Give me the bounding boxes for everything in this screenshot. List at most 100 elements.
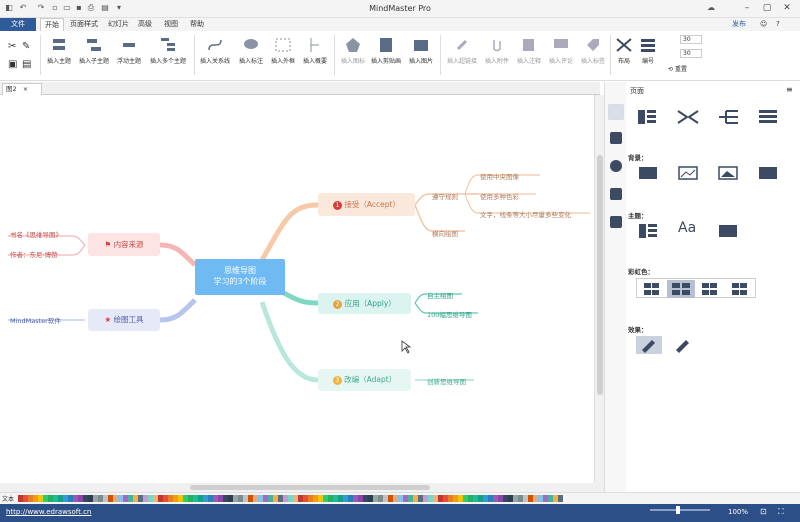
tab-file[interactable]: 文件 — [0, 18, 36, 31]
panel-menu-icon[interactable]: ≡ — [786, 85, 793, 94]
map-style-1-icon[interactable] — [636, 108, 662, 126]
website-link[interactable]: http://www.edrawsoft.cn — [6, 508, 91, 516]
spacing-spinner-2[interactable]: 30 — [666, 49, 706, 59]
user-icon[interactable]: ☺ — [756, 18, 771, 31]
numbering-icon — [641, 39, 655, 52]
rainbow-color-options — [636, 278, 756, 298]
close-window-button[interactable]: ✕ — [780, 2, 794, 15]
color-swatch[interactable] — [558, 495, 563, 502]
layout-button[interactable]: 布局 — [612, 33, 636, 77]
theme-icon[interactable] — [636, 222, 662, 240]
insert-topic-button[interactable]: 插入主题 — [44, 33, 74, 77]
hand-drawn-effect-icon[interactable] — [636, 336, 662, 354]
leaf-innovative[interactable]: 创新思维导图 — [427, 376, 466, 386]
shadow-effect-icon[interactable] — [670, 336, 696, 354]
zoom-slider-thumb[interactable] — [676, 506, 680, 514]
insert-attachment-button[interactable]: 插入附件 — [482, 33, 512, 77]
tab-advanced[interactable]: 高级 — [134, 18, 156, 31]
document-tab[interactable]: 图2 × — [2, 83, 42, 95]
mindmap-canvas[interactable]: 思维导图 学习的3个阶段 1 接受（Accept） 2 应用（Apply） 3 … — [0, 95, 594, 483]
clipart-library-icon[interactable] — [610, 188, 622, 200]
format-painter-icon[interactable]: ✎ — [22, 41, 30, 52]
icon-library-icon[interactable] — [610, 160, 622, 172]
insert-relationship-button[interactable]: 插入关系线 — [198, 33, 232, 77]
tab-page-style[interactable]: 页面样式 — [66, 18, 102, 31]
zoom-slider[interactable] — [650, 509, 710, 511]
leaf-author[interactable]: 作者：东尼·博赞 — [10, 249, 58, 259]
horizontal-scrollbar[interactable] — [0, 483, 604, 492]
insert-comment-button[interactable]: 插入评论 — [546, 33, 576, 77]
insert-icon-button[interactable]: 插入图标 — [338, 33, 368, 77]
tab-help[interactable]: 帮助 — [186, 18, 208, 31]
central-topic[interactable]: 思维导图 学习的3个阶段 — [195, 259, 285, 295]
map-style-2-icon[interactable] — [676, 108, 702, 126]
rainbow-option-1-icon[interactable] — [639, 282, 665, 296]
cut-icon[interactable]: ✂ — [8, 41, 16, 52]
vertical-scrollbar[interactable] — [594, 95, 604, 483]
color-theme-icon[interactable] — [716, 222, 742, 240]
bg-image-icon[interactable] — [676, 164, 702, 182]
leaf-mindmaster[interactable]: MindMaster软件 — [10, 315, 61, 325]
branch-content-source[interactable]: ⚑ 内容来源 — [88, 233, 160, 256]
floating-topic-icon — [123, 43, 135, 47]
boundary-icon — [275, 38, 291, 52]
leaf-vary-sizes[interactable]: 文字，线条等大小尽量多些变化 — [480, 209, 571, 219]
document-tab-bar: 图2 × — [0, 82, 600, 95]
map-style-4-icon[interactable] — [756, 108, 782, 126]
bg-color-icon[interactable] — [636, 164, 662, 182]
leaf-book-title[interactable]: 书名《思维导图》 — [10, 229, 62, 239]
branch-adapt[interactable]: 3 改编（Adapt） — [318, 369, 411, 391]
calendar-icon[interactable] — [610, 216, 622, 228]
publish-button[interactable]: 发布 — [728, 18, 750, 31]
close-tab-icon[interactable]: × — [23, 85, 28, 93]
zoom-level: 100% — [728, 508, 749, 516]
reset-button[interactable]: ⟲ 重置 — [668, 64, 687, 73]
insert-clipart-button[interactable]: 插入剪贴画 — [368, 33, 404, 77]
bg-picture-icon[interactable] — [716, 164, 742, 182]
branch-apply[interactable]: 2 应用（Apply） — [318, 293, 411, 314]
map-style-3-icon[interactable] — [716, 108, 742, 126]
help-icon[interactable]: ? — [772, 18, 784, 31]
leaf-landscape[interactable]: 横向绘图 — [432, 228, 458, 238]
leaf-self-draw[interactable]: 自主绘图 — [427, 290, 453, 300]
topic-format-icon[interactable] — [610, 132, 622, 144]
tab-view[interactable]: 视图 — [160, 18, 182, 31]
insert-callout-button[interactable]: 插入标注 — [236, 33, 266, 77]
insert-hyperlink-button[interactable]: 插入超链接 — [444, 33, 480, 77]
tab-home[interactable]: 开始 — [40, 18, 64, 31]
insert-subtopic-button[interactable]: 插入子主题 — [76, 33, 112, 77]
tab-slides[interactable]: 幻灯片 — [104, 18, 133, 31]
insert-note-button[interactable]: 插入注释 — [514, 33, 544, 77]
insert-boundary-button[interactable]: 插入外框 — [268, 33, 298, 77]
insert-image-button[interactable]: 插入图片 — [406, 33, 436, 77]
rainbow-option-3-icon[interactable] — [697, 282, 723, 296]
insert-tag-button[interactable]: 插入标签 — [578, 33, 608, 77]
branch-accept[interactable]: 1 接受（Accept） — [318, 193, 415, 216]
bg-watermark-icon[interactable] — [756, 164, 782, 182]
leaf-100-maps[interactable]: 100幅思维导图 — [427, 309, 472, 319]
numbering-button[interactable]: 编号 — [636, 33, 660, 77]
minimize-button[interactable]: – — [740, 2, 754, 15]
link-icon — [456, 39, 468, 51]
page-format-icon[interactable] — [608, 104, 624, 120]
leaf-central-image[interactable]: 使用中央图像 — [480, 171, 519, 181]
font-theme-icon[interactable]: Aa — [678, 220, 696, 236]
spacing-spinner-1[interactable]: 30 — [666, 35, 706, 45]
rainbow-option-2-icon[interactable] — [667, 280, 695, 298]
color-palette: 文本 — [0, 492, 800, 504]
fit-page-icon[interactable]: ⊡ — [760, 507, 767, 516]
subtopic-follow-rules[interactable]: 遵守规则 — [432, 191, 458, 201]
fullscreen-icon[interactable]: ⛶ — [778, 507, 784, 517]
floating-topic-button[interactable]: 浮动主题 — [114, 33, 144, 77]
clipboard-group: ✂ ✎ ▣ ▤ — [4, 33, 38, 77]
leaf-multiple-colors[interactable]: 使用多种色彩 — [480, 191, 519, 201]
insert-multiple-topics-button[interactable]: 插入多个主题 — [146, 33, 190, 77]
copy-icon[interactable]: ▤ — [22, 59, 31, 70]
maximize-button[interactable]: ▢ — [760, 2, 774, 15]
rainbow-option-4-icon[interactable] — [727, 282, 753, 296]
title-bar: ◧ ↶ ↷ ▫ ▭ ▪ ⎙ ▤ ▾ MindMaster Pro ☁ – ▢ ✕ — [0, 0, 800, 18]
cloud-icon[interactable]: ☁ — [706, 3, 716, 13]
paste-icon[interactable]: ▣ — [8, 59, 17, 70]
insert-summary-button[interactable]: 插入概要 — [300, 33, 330, 77]
branch-drawing-tools[interactable]: ★ 绘图工具 — [88, 309, 160, 331]
